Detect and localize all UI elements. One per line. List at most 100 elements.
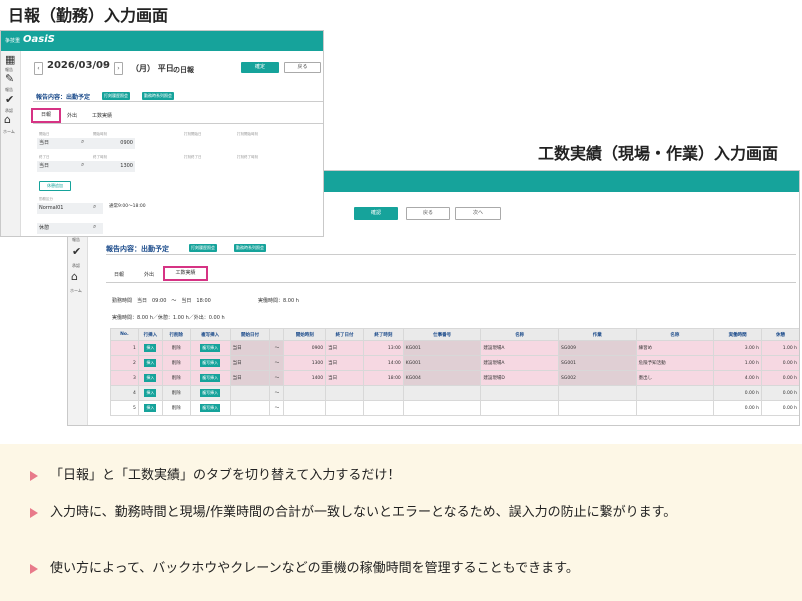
add-break-button[interactable]: 休憩追加 — [39, 181, 71, 191]
table-row[interactable]: 1 挿入 削除 複写挿入 当日 ～ 0900 当日 13:00 KG001 建設… — [110, 340, 799, 356]
job-no-cell[interactable]: KG001 — [402, 355, 482, 371]
timeline-button[interactable]: 勤務時系列照会 — [234, 244, 266, 252]
home-icon[interactable]: ⌂ — [4, 113, 11, 126]
insert-row-button[interactable]: 挿入 — [144, 404, 157, 412]
col-end-time: 終了時刻 — [362, 328, 404, 341]
start-date-cell[interactable] — [229, 385, 271, 401]
tab-work-record[interactable]: 工数実績 — [163, 266, 208, 281]
end-time-field[interactable]: 1300 — [91, 161, 135, 172]
start-time-cell[interactable] — [283, 385, 327, 401]
task-cell[interactable]: SG009 — [558, 340, 637, 356]
hours-cell: 3.00 h — [713, 340, 763, 356]
end-time-cell[interactable] — [362, 400, 404, 416]
search-icon[interactable]: ⌕ — [93, 203, 96, 211]
end-date-cell[interactable] — [325, 385, 364, 401]
bullet-icon — [30, 508, 38, 518]
start-time-cell[interactable] — [283, 400, 327, 416]
delete-row-button[interactable]: 削除 — [161, 355, 191, 371]
next-day-button[interactable]: › — [114, 62, 123, 75]
daily-screenshot: 争技重 OasiS ▦ 報告 ✎ 報告 ✔ 承認 ⌂ ホーム ‹ 2026/03/… — [0, 30, 324, 237]
task-cell[interactable]: SG001 — [558, 355, 637, 371]
job-no-cell[interactable]: KG001 — [402, 340, 482, 356]
delete-row-button[interactable]: 削除 — [161, 340, 191, 356]
col-start-date: 開始日付 — [229, 328, 271, 341]
pencil-icon[interactable]: ✎ — [5, 72, 14, 85]
tab-outing[interactable]: 外出 — [63, 110, 81, 122]
check-icon[interactable]: ✔ — [5, 93, 14, 106]
job-no-cell[interactable]: KG004 — [402, 370, 482, 386]
end-time-cell[interactable] — [362, 385, 404, 401]
end-time-cell[interactable]: 14:00 — [362, 355, 404, 371]
app-logo: OasiS — [23, 34, 55, 45]
confirm-button[interactable]: 確認 — [354, 207, 398, 220]
punch-history-button[interactable]: 打刻履歴照会 — [102, 92, 130, 100]
check-icon[interactable]: ✔ — [72, 245, 81, 258]
table-row[interactable]: 2 挿入 削除 複写挿入 当日 ～ 1300 当日 14:00 KG001 建設… — [110, 355, 799, 371]
end-time-cell[interactable]: 18:00 — [362, 370, 404, 386]
end-date-cell[interactable]: 当日 — [325, 370, 364, 386]
job-no-cell[interactable] — [402, 385, 482, 401]
home-icon[interactable]: ⌂ — [71, 270, 78, 283]
tab-daily[interactable]: 日報 — [31, 108, 61, 123]
table-row[interactable]: 4 挿入 削除 複写挿入 ～ 0.00 h 0.00 h — [110, 385, 799, 401]
row-no: 1 — [110, 340, 139, 356]
insert-row-button[interactable]: 挿入 — [144, 359, 157, 367]
end-time-cell[interactable]: 13:00 — [362, 340, 404, 356]
col-break: 休憩 — [761, 328, 799, 341]
insert-row-button[interactable]: 挿入 — [144, 344, 157, 352]
job-no-cell[interactable] — [402, 400, 482, 416]
tab-daily[interactable]: 日報 — [108, 268, 130, 282]
confirm-button[interactable]: 確定 — [241, 62, 279, 73]
copy-insert-button[interactable]: 複写挿入 — [200, 344, 221, 352]
next-button[interactable]: 次へ — [455, 207, 501, 220]
table-row[interactable]: 3 挿入 削除 複写挿入 当日 ～ 1400 当日 18:00 KG004 建設… — [110, 370, 799, 386]
delete-row-button[interactable]: 削除 — [161, 385, 191, 401]
row-no: 4 — [110, 385, 139, 401]
start-date-cell[interactable]: 当日 — [229, 370, 271, 386]
table-row[interactable]: 5 挿入 削除 複写挿入 ～ 0.00 h 0.00 h — [110, 400, 799, 416]
delete-row-button[interactable]: 削除 — [161, 400, 191, 416]
tab-outing[interactable]: 外出 — [138, 268, 160, 282]
back-button[interactable]: 戻る — [284, 62, 321, 73]
copy-insert-button[interactable]: 複写挿入 — [200, 389, 221, 397]
end-date-cell[interactable] — [325, 400, 364, 416]
menu-grid-icon[interactable]: ▦ — [5, 53, 15, 66]
punch-history-button[interactable]: 打刻履歴照会 — [189, 244, 217, 252]
task-cell[interactable]: SG002 — [558, 370, 637, 386]
search-icon[interactable]: ⌕ — [81, 161, 84, 169]
prev-day-button[interactable]: ‹ — [34, 62, 43, 75]
report-header: 報告内容：出勤予定 — [106, 245, 169, 253]
start-time-cell[interactable]: 1400 — [283, 370, 327, 386]
search-icon[interactable]: ⌕ — [103, 61, 107, 70]
start-date-cell[interactable]: 当日 — [229, 355, 271, 371]
start-time-field[interactable]: 0900 — [91, 138, 135, 149]
copy-insert-button[interactable]: 複写挿入 — [200, 374, 221, 382]
timeline-button[interactable]: 勤務時系列照会 — [142, 92, 174, 100]
insert-row-button[interactable]: 挿入 — [144, 389, 157, 397]
start-time-cell[interactable]: 0900 — [283, 340, 327, 356]
copy-insert-button[interactable]: 複写挿入 — [200, 359, 221, 367]
delete-row-button[interactable]: 削除 — [161, 370, 191, 386]
back-button[interactable]: 戻る — [406, 207, 450, 220]
hours-cell: 0.00 h — [713, 385, 763, 401]
logo-subtext: 争技重 — [5, 38, 21, 44]
insert-row-button[interactable]: 挿入 — [144, 374, 157, 382]
break-cell: 0.00 h — [761, 370, 799, 386]
search-icon[interactable]: ⌕ — [81, 138, 84, 146]
task-cell[interactable] — [558, 385, 637, 401]
bullet-text-1: 「日報」と「工数実績」のタブを切り替えて入力するだけ！ — [50, 468, 401, 483]
col-end-date: 終了日付 — [325, 328, 364, 341]
start-date-cell[interactable]: 当日 — [229, 340, 271, 356]
tab-work-record[interactable]: 工数実績 — [87, 110, 117, 122]
search-icon[interactable]: ⌕ — [93, 223, 96, 231]
start-date-cell[interactable] — [229, 400, 271, 416]
end-date-cell[interactable]: 当日 — [325, 355, 364, 371]
col-sep — [269, 328, 285, 341]
copy-insert-button[interactable]: 複写挿入 — [200, 404, 221, 412]
report-suffix: の日報 — [173, 66, 194, 74]
start-time-cell[interactable]: 1300 — [283, 355, 327, 371]
col-task-name: 名称 — [635, 328, 715, 341]
end-date-cell[interactable]: 当日 — [325, 340, 364, 356]
end-date-label: 終了日 — [39, 155, 50, 159]
task-cell[interactable] — [558, 400, 637, 416]
